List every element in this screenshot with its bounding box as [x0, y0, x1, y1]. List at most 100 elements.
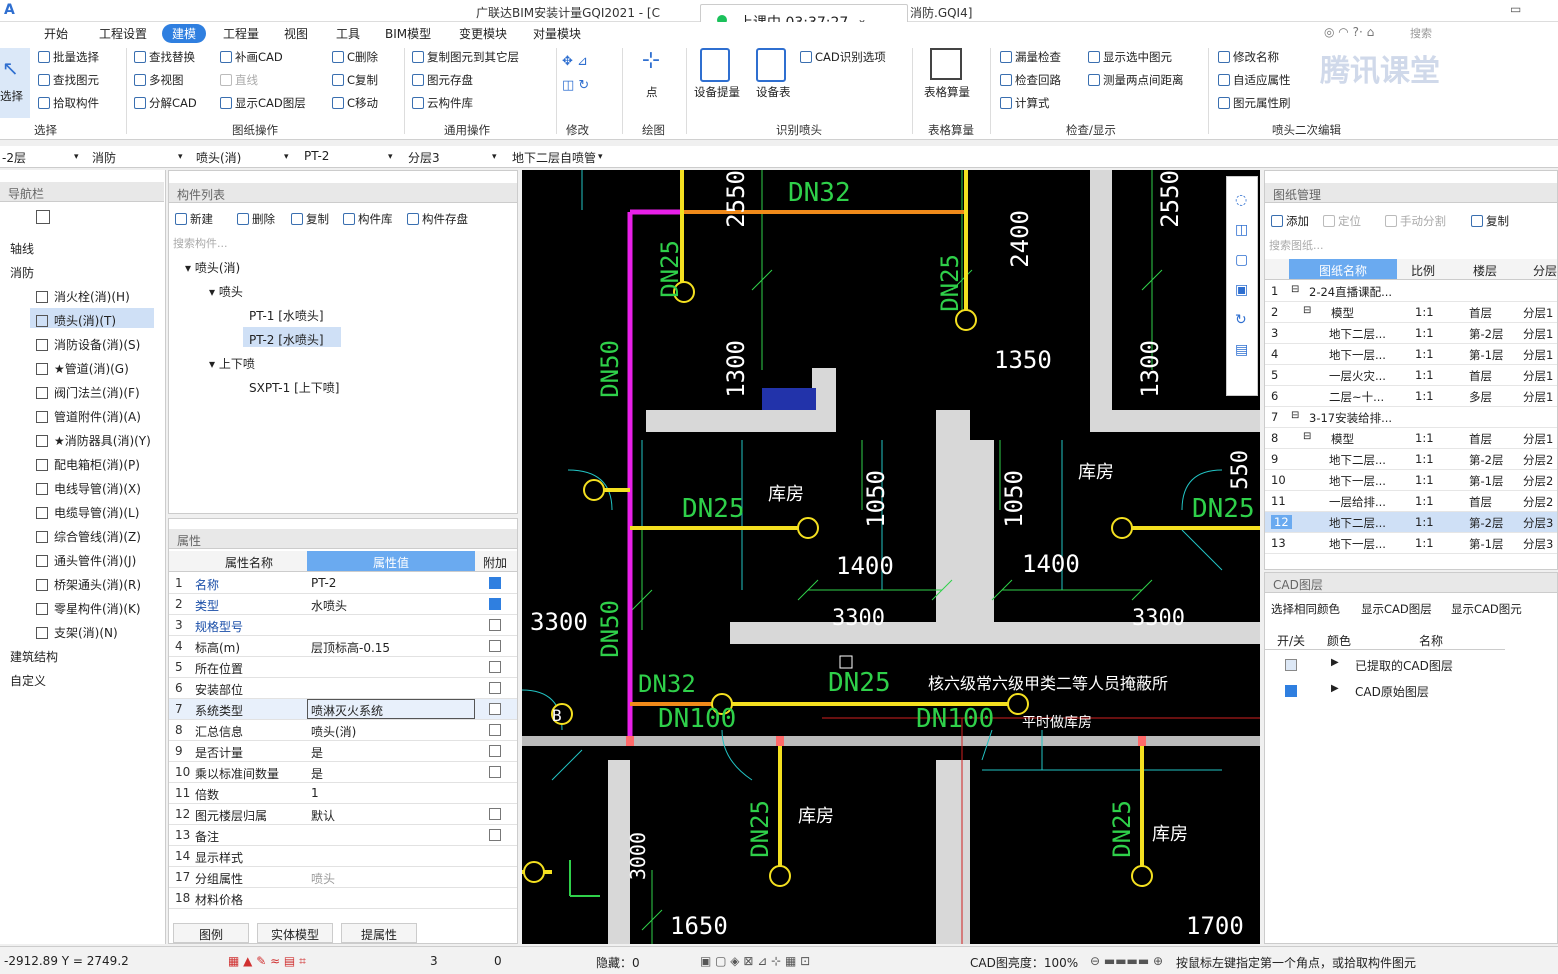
props-brush-button[interactable]: 图元属性刷: [1218, 95, 1291, 111]
nav-item-pipe-accessory[interactable]: 管道附件(消)(A): [36, 408, 141, 425]
select-tool-button[interactable]: ↖ 选择: [0, 48, 30, 118]
device-table-button[interactable]: 设备表: [756, 84, 791, 100]
extra-checkbox[interactable]: [489, 640, 501, 652]
check-loop-button[interactable]: 检查回路: [1000, 72, 1061, 88]
add-drawing-button[interactable]: 添加: [1271, 213, 1309, 229]
extra-checkbox[interactable]: [489, 703, 501, 715]
nav-item-axis[interactable]: 轴线: [10, 240, 34, 257]
delete-component-button[interactable]: 删除: [237, 211, 275, 227]
cloud-library-button[interactable]: 云构件库: [412, 95, 473, 111]
drawing-row[interactable]: 10 地下一层... 1:1 第-1层 分层2: [1265, 470, 1557, 491]
nav-item-support[interactable]: 支架(消)(N): [36, 624, 118, 641]
drawing-row[interactable]: 1 ⊟ 2-24直播课配...: [1265, 281, 1557, 302]
extra-checkbox[interactable]: [489, 724, 501, 736]
collapse-icon[interactable]: ⊟: [1303, 431, 1311, 442]
nav-item-fire[interactable]: 消防: [10, 264, 34, 281]
menu-project-settings[interactable]: 工程设置: [99, 25, 147, 42]
select-same-color-button[interactable]: 选择相同颜色: [1271, 601, 1340, 617]
nav-item-distribution-box[interactable]: 配电箱柜(消)(P): [36, 456, 140, 473]
tree-sxpt1[interactable]: SXPT-1 [上下喷]: [249, 379, 339, 396]
property-row[interactable]: 13 备注: [169, 825, 517, 846]
legend-button[interactable]: 图例: [173, 923, 249, 943]
property-row[interactable]: 6 安装部位: [169, 678, 517, 699]
drawing-row[interactable]: 9 地下二层... 1:1 第-2层 分层2: [1265, 449, 1557, 470]
extract-props-button[interactable]: 提属性: [341, 923, 417, 943]
property-value[interactable]: 1: [311, 786, 319, 800]
tree-sprinkler-root[interactable]: ▾ 喷头(消): [185, 259, 240, 276]
element-save-button[interactable]: 图元存盘: [412, 72, 473, 88]
snap-tools-icon[interactable]: ▣ ▢ ◈ ⊠ ⊿ ⊹ ▦ ⊡: [700, 954, 810, 968]
floor-select[interactable]: -2层: [2, 149, 26, 166]
nav-item-wire-conduit[interactable]: 电线导管(消)(X): [36, 480, 141, 497]
component-library-button[interactable]: 构件库: [343, 211, 393, 227]
cad-canvas[interactable]: DN32 DN25 DN25 DN50 DN25 DN25 DN50 DN32 DN25 DN10…: [522, 170, 1260, 944]
nav-item-sprinkler[interactable]: 喷头(消)(T): [36, 312, 116, 329]
nav-item-cable-conduit[interactable]: 电缆导管(消)(L): [36, 504, 139, 521]
drawing-row[interactable]: 3 地下二层... 1:1 第-2层 分层1: [1265, 323, 1557, 344]
property-row[interactable]: 18 材料价格: [169, 888, 517, 909]
draw-cad-button[interactable]: 补画CAD: [220, 49, 283, 65]
show-cad-element-toggle[interactable]: 显示CAD图元: [1451, 601, 1522, 617]
tree-updown[interactable]: ▾ 上下喷: [209, 355, 255, 372]
property-value[interactable]: 是: [311, 744, 323, 761]
c-move-button[interactable]: C移动: [332, 95, 378, 111]
line-button[interactable]: 直线: [220, 72, 258, 88]
pick-component-button[interactable]: 拾取构件: [38, 95, 99, 111]
menu-start[interactable]: 开始: [44, 25, 68, 42]
view-tools-icon[interactable]: ◌ ◫ ▢ ▣ ↻ ▤: [1235, 185, 1248, 365]
drawing-search-input[interactable]: 搜索图纸...: [1269, 237, 1324, 253]
drawing-row[interactable]: 5 一层火灾... 1:1 首层 分层1: [1265, 365, 1557, 386]
table-calc-button[interactable]: 表格算量: [924, 84, 970, 100]
nav-item-integrated-pipeline[interactable]: 综合管线(消)(Z): [36, 528, 141, 545]
component-select[interactable]: PT-2: [304, 149, 329, 163]
manual-split-button[interactable]: 手动分割: [1385, 213, 1446, 229]
property-row[interactable]: 9 是否计量 是: [169, 741, 517, 762]
property-value[interactable]: 是: [311, 765, 323, 782]
c-copy-button[interactable]: C复制: [332, 72, 378, 88]
collapse-icon[interactable]: ⊟: [1303, 305, 1311, 316]
nav-item-pipe[interactable]: ★管道(消)(G): [36, 360, 129, 377]
new-component-button[interactable]: 新建: [175, 211, 213, 227]
system-type-editor[interactable]: [307, 699, 475, 719]
search-input[interactable]: 搜索: [1410, 25, 1432, 41]
property-row[interactable]: 5 所在位置: [169, 657, 517, 678]
extra-checkbox[interactable]: [489, 829, 501, 841]
nav-item-misc-component[interactable]: 零星构件(消)(K): [36, 600, 141, 617]
copy-drawing-button[interactable]: 复制: [1471, 213, 1509, 229]
property-value[interactable]: 喷头(消): [311, 723, 356, 740]
collapse-icon[interactable]: ⊟: [1291, 410, 1299, 421]
menu-change-module[interactable]: 变更模块: [459, 25, 507, 42]
expand-icon[interactable]: ▶: [1331, 683, 1339, 694]
original-layer-checkbox[interactable]: [1285, 685, 1297, 697]
nav-item-hydrant[interactable]: 消火栓(消)(H): [36, 288, 130, 305]
property-row[interactable]: 8 汇总信息 喷头(消): [169, 720, 517, 741]
minimize-icon[interactable]: ▭: [1510, 2, 1521, 16]
component-save-button[interactable]: 构件存盘: [407, 211, 468, 227]
extra-checkbox[interactable]: [489, 682, 501, 694]
menu-bim-model[interactable]: BIM模型: [385, 25, 431, 42]
show-cad-layer-button[interactable]: 显示CAD图层: [220, 95, 306, 111]
nav-item-structure[interactable]: 建筑结构: [10, 648, 58, 665]
property-row[interactable]: 3 规格型号: [169, 615, 517, 636]
formula-button[interactable]: 计算式: [1000, 95, 1050, 111]
menu-tools[interactable]: 工具: [336, 25, 360, 42]
adaptive-props-button[interactable]: 自适应属性: [1218, 72, 1291, 88]
extra-checkbox[interactable]: [489, 661, 501, 673]
property-row[interactable]: 2 类型 水喷头: [169, 594, 517, 615]
property-row[interactable]: 14 显示样式: [169, 846, 517, 867]
menu-modeling[interactable]: 建模: [162, 24, 207, 43]
find-replace-button[interactable]: 查找替换: [134, 49, 195, 65]
extra-checkbox[interactable]: [489, 808, 501, 820]
nav-item-tray-fitting[interactable]: 桥架通头(消)(R): [36, 576, 141, 593]
drawing-row[interactable]: 6 二层~十... 1:1 多层 分层1: [1265, 386, 1557, 407]
extra-checkbox[interactable]: [489, 619, 501, 631]
cad-recognize-options-button[interactable]: CAD识别选项: [800, 49, 886, 65]
extra-checkbox[interactable]: [489, 745, 501, 757]
property-row[interactable]: 11 倍数 1: [169, 783, 517, 804]
nav-item-fire-equipment[interactable]: 消防设备(消)(S): [36, 336, 140, 353]
extracted-layer-checkbox[interactable]: [1285, 659, 1297, 671]
show-selected-button[interactable]: 显示选中图元: [1088, 49, 1172, 65]
drawing-row[interactable]: 7 ⊟ 3-17安装给排...: [1265, 407, 1557, 428]
property-value[interactable]: 默认: [311, 807, 335, 824]
property-value[interactable]: 层顶标高-0.15: [311, 639, 390, 656]
